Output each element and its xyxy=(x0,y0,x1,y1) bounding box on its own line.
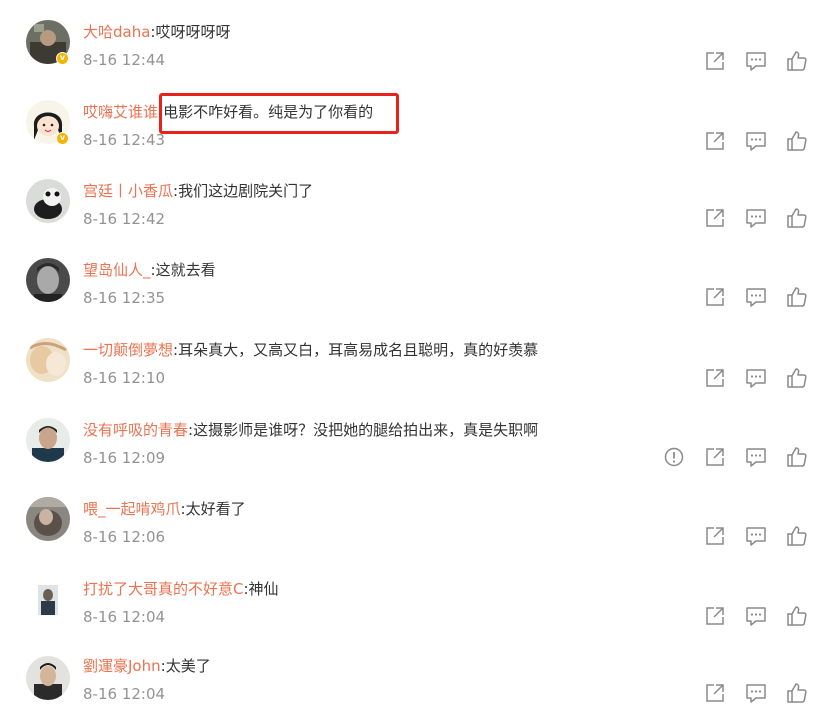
verified-badge-icon: v xyxy=(56,132,69,145)
like-icon[interactable] xyxy=(786,605,808,627)
avatar[interactable] xyxy=(26,418,70,462)
comment-item: 望岛仙人_:这就去看 8-16 12:35 xyxy=(0,238,828,318)
comment-text: 哎呀呀呀呀 xyxy=(155,23,231,41)
comment-time: 8-16 12:06 xyxy=(83,528,166,546)
comment-line: 一切颠倒夢想:耳朵真大，又高又白，耳高易成名且聪明，真的好羡慕 xyxy=(83,340,538,360)
comment-icon[interactable] xyxy=(745,525,767,547)
comment-line: 劉運豪John:太美了 xyxy=(83,656,211,676)
comment-icon[interactable] xyxy=(745,50,767,72)
avatar[interactable] xyxy=(26,338,70,382)
comment-username[interactable]: 一切颠倒夢想 xyxy=(83,341,173,359)
comment-item: v 大哈daha:哎呀呀呀呀 8-16 12:44 xyxy=(0,0,828,80)
comment-username[interactable]: 没有呼吸的青春 xyxy=(83,421,188,439)
like-icon[interactable] xyxy=(786,130,808,152)
comment-icon[interactable] xyxy=(745,682,767,704)
share-icon[interactable] xyxy=(704,130,726,152)
share-icon[interactable] xyxy=(704,207,726,229)
comment-time: 8-16 12:42 xyxy=(83,210,166,228)
comment-username[interactable]: 望岛仙人_ xyxy=(83,261,151,279)
comment-text: 太好看了 xyxy=(185,500,246,518)
avatar[interactable] xyxy=(26,577,70,621)
comment-icon[interactable] xyxy=(745,207,767,229)
like-icon[interactable] xyxy=(786,207,808,229)
avatar[interactable] xyxy=(26,258,70,302)
share-icon[interactable] xyxy=(704,50,726,72)
comment-icon[interactable] xyxy=(745,605,767,627)
comment-item: 打扰了大哥真的不好意C:神仙 8-16 12:04 xyxy=(0,557,828,637)
comment-time: 8-16 12:35 xyxy=(83,289,166,307)
comment-text: 这就去看 xyxy=(155,261,216,279)
comment-line: 宫廷丨小香瓜:我们这边剧院关门了 xyxy=(83,181,313,201)
highlight-annotation-box xyxy=(159,93,399,134)
like-icon[interactable] xyxy=(786,525,808,547)
comment-time: 8-16 12:10 xyxy=(83,369,166,387)
comment-time: 8-16 12:09 xyxy=(83,449,166,467)
avatar[interactable] xyxy=(26,497,70,541)
like-icon[interactable] xyxy=(786,682,808,704)
avatar[interactable] xyxy=(26,179,70,223)
comment-username[interactable]: 宫廷丨小香瓜 xyxy=(83,182,173,200)
comment-username[interactable]: 打扰了大哥真的不好意C xyxy=(83,580,243,598)
comment-line: 打扰了大哥真的不好意C:神仙 xyxy=(83,579,279,599)
comment-text: 太美了 xyxy=(165,657,211,675)
comment-line: 大哈daha:哎呀呀呀呀 xyxy=(83,22,231,42)
share-icon[interactable] xyxy=(704,446,726,468)
avatar[interactable] xyxy=(26,656,70,700)
comment-username[interactable]: 喂_一起啃鸡爪 xyxy=(83,500,181,518)
share-icon[interactable] xyxy=(704,605,726,627)
report-icon[interactable] xyxy=(663,446,685,468)
like-icon[interactable] xyxy=(786,50,808,72)
share-icon[interactable] xyxy=(704,682,726,704)
share-icon[interactable] xyxy=(704,367,726,389)
comment-item: 宫廷丨小香瓜:我们这边剧院关门了 8-16 12:42 xyxy=(0,159,828,239)
comment-time: 8-16 12:04 xyxy=(83,685,166,703)
comment-item: v 哎嗨艾谁谁:电影不咋好看。纯是为了你看的 8-16 12:43 xyxy=(0,80,828,160)
share-icon[interactable] xyxy=(704,286,726,308)
verified-badge-icon: v xyxy=(56,52,69,65)
comment-line: 喂_一起啃鸡爪:太好看了 xyxy=(83,499,246,519)
comment-line: 望岛仙人_:这就去看 xyxy=(83,260,216,280)
comment-icon[interactable] xyxy=(745,367,767,389)
like-icon[interactable] xyxy=(786,367,808,389)
comment-username[interactable]: 劉運豪John xyxy=(83,657,161,675)
comment-icon[interactable] xyxy=(745,286,767,308)
comment-list: v 大哈daha:哎呀呀呀呀 8-16 12:44 v 哎嗨艾谁谁:电影不咋好看… xyxy=(0,0,828,705)
comment-icon[interactable] xyxy=(745,446,767,468)
comment-time: 8-16 12:44 xyxy=(83,51,166,69)
comment-username[interactable]: 大哈daha xyxy=(83,23,150,41)
comment-item: 劉運豪John:太美了 8-16 12:04 xyxy=(0,636,828,705)
comment-time: 8-16 12:43 xyxy=(83,131,166,149)
comment-line: 没有呼吸的青春:这摄影师是谁呀？没把她的腿给拍出来，真是失职啊 xyxy=(83,420,538,440)
comment-icon[interactable] xyxy=(745,130,767,152)
comment-text: 耳朵真大，又高又白，耳高易成名且聪明，真的好羡慕 xyxy=(178,341,539,359)
comment-item: 没有呼吸的青春:这摄影师是谁呀？没把她的腿给拍出来，真是失职啊 8-16 12:… xyxy=(0,398,828,478)
comment-time: 8-16 12:04 xyxy=(83,608,166,626)
comment-item: 喂_一起啃鸡爪:太好看了 8-16 12:06 xyxy=(0,477,828,557)
comment-text: 这摄影师是谁呀？没把她的腿给拍出来，真是失职啊 xyxy=(193,421,539,439)
comment-text: 我们这边剧院关门了 xyxy=(178,182,314,200)
comment-text: 神仙 xyxy=(248,580,279,598)
comment-item: 一切颠倒夢想:耳朵真大，又高又白，耳高易成名且聪明，真的好羡慕 8-16 12:… xyxy=(0,318,828,398)
like-icon[interactable] xyxy=(786,286,808,308)
like-icon[interactable] xyxy=(786,446,808,468)
comment-username[interactable]: 哎嗨艾谁谁 xyxy=(83,103,158,121)
share-icon[interactable] xyxy=(704,525,726,547)
